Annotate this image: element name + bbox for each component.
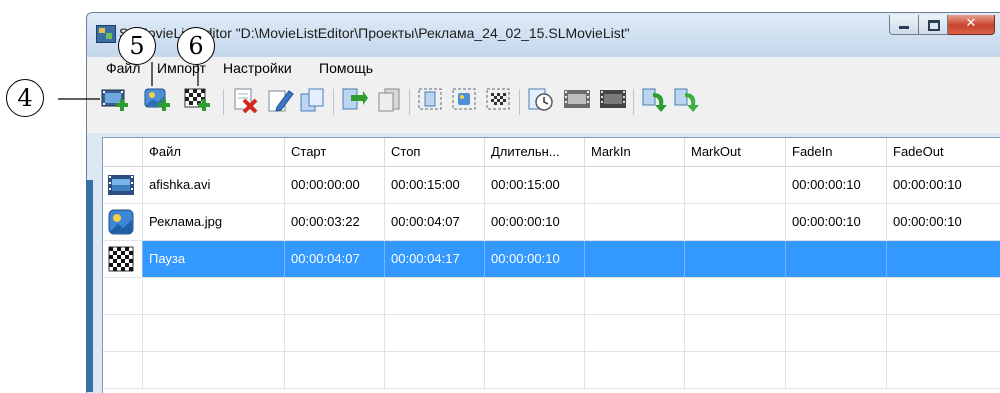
callout-6: 6 — [177, 27, 215, 65]
callout-4: 4 — [6, 79, 44, 117]
callout-5: 5 — [118, 27, 156, 65]
